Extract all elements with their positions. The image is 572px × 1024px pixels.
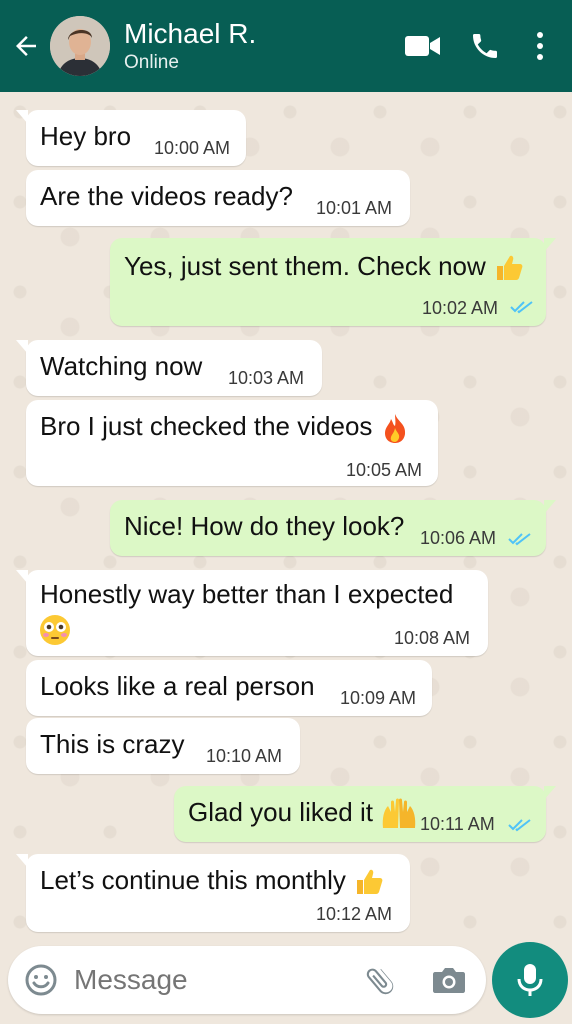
message-text: Watching now	[40, 351, 203, 381]
message-time: 10:05 AM	[346, 460, 423, 480]
message-incoming[interactable]: Bro I just checked the videos 10:05 AM	[26, 400, 438, 486]
paperclip-icon[interactable]	[364, 963, 398, 997]
message-incoming[interactable]: Looks like a real person 10:09 AM	[26, 660, 432, 716]
fire-emoji-icon	[384, 414, 405, 444]
contact-name: Michael R.	[124, 18, 257, 49]
message-time: 10:12 AM	[316, 904, 393, 924]
message-text: Honestly way better than I expected	[40, 579, 454, 609]
read-ticks-icon	[508, 819, 531, 832]
message-outgoing[interactable]: Glad you liked it 10:11 AM	[174, 786, 556, 842]
message-time: 10:00 AM	[154, 138, 231, 158]
camera-icon[interactable]	[432, 965, 466, 995]
read-ticks-icon	[508, 533, 531, 546]
message-text: Glad you liked it	[188, 796, 418, 830]
video-call-button[interactable]	[392, 0, 454, 92]
message-time: 10:06 AM	[420, 528, 497, 548]
voice-call-button[interactable]	[454, 0, 516, 92]
message-outgoing[interactable]: Nice! How do they look? 10:06 AM	[110, 500, 556, 556]
message-time: 10:03 AM	[228, 368, 305, 388]
message-text: Hey bro	[40, 121, 132, 151]
message-incoming[interactable]: Watching now 10:03 AM	[16, 340, 322, 396]
message-time: 10:02 AM	[422, 298, 499, 318]
contact-info[interactable]: Michael R. Online	[124, 17, 392, 75]
message-text-content: Bro I just checked the videos	[40, 411, 373, 441]
message-incoming[interactable]: Hey bro 10:00 AM	[16, 110, 246, 166]
message-text: This is crazy	[40, 729, 185, 759]
message-text: Let’s continue this monthly	[40, 864, 385, 898]
arrow-back-icon	[16, 36, 36, 56]
message-text: Yes, just sent them. Check now	[124, 250, 525, 284]
message-incoming[interactable]: Honestly way better than I expected 10:0…	[16, 570, 488, 656]
phone-icon	[473, 34, 497, 58]
message-input[interactable]	[74, 956, 344, 1004]
message-time: 10:08 AM	[394, 628, 471, 648]
message-time: 10:09 AM	[340, 688, 417, 708]
message-text-content: Let’s continue this monthly	[40, 865, 346, 895]
message-text-content: Glad you liked it	[188, 797, 373, 827]
thumbs-up-emoji-icon	[357, 869, 383, 895]
back-button[interactable]	[2, 0, 50, 92]
contact-status: Online	[124, 52, 179, 73]
read-ticks-icon	[510, 301, 533, 314]
message-time: 10:01 AM	[316, 198, 393, 218]
raising-hands-emoji-icon	[382, 798, 416, 829]
flushed-face-emoji-icon	[40, 615, 70, 645]
message-text: Are the videos ready?	[40, 181, 293, 211]
avatar[interactable]	[50, 16, 110, 76]
message-outgoing[interactable]: Yes, just sent them. Check now 10:02 AM	[110, 238, 556, 326]
microphone-icon	[517, 964, 543, 996]
message-incoming[interactable]: This is crazy 10:10 AM	[26, 718, 300, 774]
message-incoming[interactable]: Are the videos ready? 10:01 AM	[26, 170, 410, 226]
message-text: Nice! How do they look?	[124, 511, 405, 541]
emoji-icon[interactable]	[24, 963, 58, 997]
more-vert-icon	[537, 32, 543, 60]
message-time: 10:10 AM	[206, 746, 283, 766]
video-call-icon	[405, 36, 440, 56]
message-text: Bro I just checked the videos	[40, 410, 410, 444]
message-text-content: Yes, just sent them. Check now	[124, 251, 486, 281]
chat-area[interactable]: Hey bro 10:00 AM Are the videos ready? 1…	[0, 92, 572, 942]
menu-button[interactable]	[516, 0, 564, 92]
message-incoming[interactable]: Let’s continue this monthly 10:12 AM	[16, 854, 410, 932]
message-time: 10:11 AM	[420, 814, 495, 834]
message-text: Looks like a real person	[40, 671, 315, 701]
chat-header: Michael R. Online	[0, 0, 572, 92]
thumbs-up-emoji-icon	[497, 255, 523, 281]
message-composer	[8, 946, 486, 1014]
voice-message-button[interactable]	[492, 942, 568, 1018]
